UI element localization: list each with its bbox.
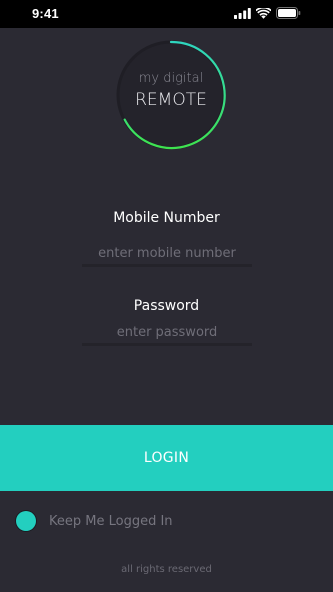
app-logo: my digital REMOTE — [115, 39, 227, 151]
password-input[interactable] — [82, 321, 252, 346]
login-button[interactable]: LOGIN — [0, 425, 333, 491]
signal-icon — [234, 7, 251, 19]
logo-text-large: REMOTE — [135, 90, 207, 110]
mobile-number-label: Mobile Number — [113, 210, 220, 226]
logo-text-small: my digital — [138, 71, 204, 86]
status-icons — [234, 7, 301, 19]
password-label: Password — [133, 298, 200, 314]
footer-text: all rights reserved — [121, 564, 212, 575]
wifi-icon — [256, 7, 271, 19]
status-bar: 9:41 — [0, 0, 333, 28]
keep-logged-in-row[interactable]: Keep Me Logged In — [16, 511, 173, 531]
keep-logged-in-label: Keep Me Logged In — [49, 513, 173, 529]
mobile-number-input[interactable] — [82, 242, 252, 267]
battery-icon — [276, 7, 301, 19]
keep-logged-in-toggle[interactable] — [16, 511, 36, 531]
status-time: 9:41 — [32, 6, 59, 21]
